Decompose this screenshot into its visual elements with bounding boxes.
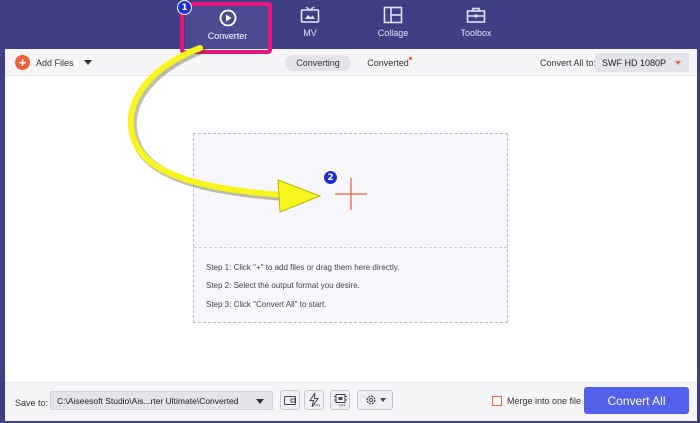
- save-path-value: C:\Aiseesoft Studio\Ais...rter Ultimate\…: [57, 395, 239, 406]
- tab-mv[interactable]: MV: [270, 6, 350, 46]
- gear-icon: [366, 395, 375, 405]
- tab-toolbox[interactable]: Toolbox: [436, 6, 516, 46]
- drop-area[interactable]: [194, 134, 507, 248]
- converted-label: Converted: [367, 58, 409, 68]
- add-files-button[interactable]: + Add Files: [15, 55, 92, 70]
- step-1-text: Step 1: Click "+" to add files or drag t…: [206, 263, 400, 272]
- add-file-plus-icon[interactable]: [335, 178, 367, 210]
- chevron-down-icon: [379, 398, 386, 402]
- save-path-select[interactable]: C:\Aiseesoft Studio\Ais...rter Ultimate\…: [50, 391, 273, 410]
- chevron-down-icon[interactable]: [83, 60, 92, 65]
- convert-all-to-label: Convert All to:: [540, 58, 597, 68]
- checkbox-icon[interactable]: [492, 396, 502, 406]
- notification-dot-icon: [409, 57, 412, 60]
- file-drop-zone[interactable]: Step 1: Click "+" to add files or drag t…: [193, 133, 508, 323]
- hardware-acceleration-button[interactable]: OFF: [304, 390, 324, 410]
- converter-panel: + Add Files Converting Converted Convert…: [5, 49, 697, 421]
- collage-icon: [383, 6, 403, 24]
- converter-highlight-box: [180, 2, 272, 54]
- output-format-value: SWF HD 1080P: [602, 57, 667, 68]
- tab-converted[interactable]: Converted: [355, 55, 421, 71]
- main-nav: Converter MV Collage Toolbox: [0, 0, 700, 51]
- save-to-label: Save to:: [15, 398, 49, 408]
- output-format-select[interactable]: SWF HD 1080P: [595, 53, 689, 72]
- folder-icon: [284, 396, 296, 405]
- tab-collage[interactable]: Collage: [353, 6, 433, 46]
- convert-all-button[interactable]: Convert All: [584, 387, 689, 414]
- convert-all-label: Convert All: [607, 393, 666, 408]
- step-3-text: Step 3: Click "Convert All" to start.: [206, 300, 327, 309]
- bottom-bar: Save to: C:\Aiseesoft Studio\Ais...rter …: [5, 382, 697, 421]
- svg-text:OFF: OFF: [315, 404, 321, 408]
- step-2-text: Step 2: Select the output format you des…: [206, 281, 360, 290]
- toolbox-icon: [466, 6, 486, 24]
- tab-converting[interactable]: Converting: [285, 55, 351, 71]
- merge-label: Merge into one file: [507, 396, 582, 406]
- chevron-down-icon: [256, 399, 264, 404]
- add-files-label: Add Files: [36, 57, 74, 68]
- tab-toolbox-label: Toolbox: [460, 28, 492, 38]
- tab-mv-label: MV: [303, 28, 317, 38]
- gpu-off-icon: OFF: [333, 394, 347, 408]
- plus-circle-icon: +: [15, 55, 30, 70]
- converting-label: Converting: [296, 58, 340, 68]
- chevron-down-icon: [675, 61, 681, 65]
- step-badge-2: 2: [323, 170, 338, 185]
- svg-text:OFF: OFF: [339, 404, 346, 408]
- open-folder-button[interactable]: [280, 390, 300, 410]
- tv-icon: [300, 6, 320, 24]
- lightning-off-icon: OFF: [309, 393, 321, 408]
- step-badge-1: 1: [177, 0, 192, 15]
- gpu-acceleration-button[interactable]: OFF: [330, 390, 350, 410]
- settings-button[interactable]: [357, 390, 393, 410]
- toolbar: + Add Files Converting Converted Convert…: [5, 49, 697, 76]
- tab-collage-label: Collage: [377, 28, 409, 38]
- merge-checkbox[interactable]: Merge into one file: [492, 396, 581, 406]
